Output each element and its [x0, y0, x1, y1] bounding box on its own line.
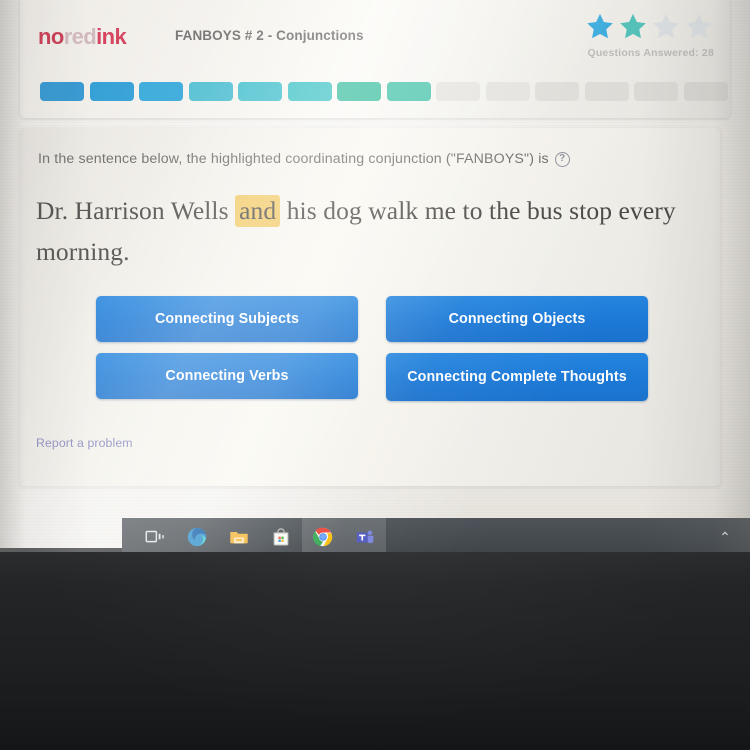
laptop-bezel-dark-area: [0, 548, 750, 750]
star-rating: [585, 12, 714, 41]
progress-bar: [40, 82, 728, 101]
photo-of-laptop-screen: noredink FANBOYS # 2 - Conjunctions Ques…: [0, 0, 750, 750]
quiz-header: noredink FANBOYS # 2 - Conjunctions Ques…: [20, 0, 730, 118]
taskbar-item-file-explorer[interactable]: [218, 518, 260, 552]
google-chrome-icon: [312, 527, 333, 547]
star-filled-icon: [587, 13, 613, 39]
answer-button-connecting-verbs[interactable]: Connecting Verbs: [96, 353, 358, 399]
progress-segment-filled: [89, 82, 134, 101]
report-a-problem-link[interactable]: Report a problem: [36, 436, 133, 450]
file-explorer-icon: [230, 531, 248, 544]
taskbar-item-task-view[interactable]: [134, 518, 176, 552]
progress-segment-filled: [188, 82, 233, 101]
progress-segment-filled: [238, 82, 282, 101]
progress-segment-empty: [584, 82, 629, 101]
laptop-screen-surface: noredink FANBOYS # 2 - Conjunctions Ques…: [0, 0, 750, 552]
answer-button-connecting-subjects[interactable]: Connecting Subjects: [96, 296, 358, 342]
noredink-quiz-page: noredink FANBOYS # 2 - Conjunctions Ques…: [8, 0, 742, 520]
microsoft-teams-icon: [356, 530, 374, 544]
taskbar-item-google-chrome[interactable]: [302, 518, 344, 552]
sentence-before: Dr. Harrison Wells: [36, 196, 236, 225]
logo-part-red: red: [63, 24, 97, 49]
questions-answered-label: Questions Answered: 28: [587, 47, 714, 59]
taskbar-item-microsoft-edge[interactable]: [176, 518, 218, 552]
question-prompt: In the sentence below, the highlighted c…: [38, 151, 690, 167]
highlighted-conjunction: and: [235, 195, 281, 227]
progress-segment-filled: [386, 82, 431, 101]
taskbar-left-pad: [122, 518, 134, 552]
progress-segment-filled: [337, 82, 381, 101]
help-icon[interactable]: ?: [554, 151, 570, 167]
microsoft-edge-icon: [187, 527, 207, 547]
progress-segment-empty: [535, 82, 579, 101]
answer-button-connecting-complete-thoughts[interactable]: Connecting Complete Thoughts: [386, 353, 648, 401]
logo-part-ink: ink: [96, 24, 127, 49]
progress-segment-empty: [485, 82, 530, 101]
logo-part-no: no: [38, 24, 64, 49]
answer-choices: Connecting Subjects Connecting Objects Con…: [96, 296, 648, 401]
question-prompt-text: In the sentence below, the highlighted c…: [38, 151, 549, 167]
show-hidden-icons-chevron-up-icon[interactable]: ⌃: [708, 518, 742, 552]
star-filled-icon: [620, 13, 646, 39]
progress-segment-filled: [287, 82, 332, 101]
star-empty-icon: [686, 13, 712, 39]
task-view-icon: [145, 530, 164, 543]
taskbar-item-microsoft-teams[interactable]: [344, 518, 386, 552]
question-sentence: Dr. Harrison Wells and his dog walk me t…: [36, 190, 680, 272]
quiz-title: FANBOYS # 2 - Conjunctions: [175, 28, 364, 43]
progress-segment-empty: [683, 82, 728, 101]
progress-segment-filled: [40, 82, 84, 101]
noredink-logo[interactable]: noredink: [38, 24, 127, 50]
windows-taskbar: ⌃: [122, 518, 750, 552]
answer-button-connecting-objects[interactable]: Connecting Objects: [386, 296, 648, 342]
progress-segment-filled: [139, 82, 183, 101]
star-empty-icon: [653, 13, 679, 39]
progress-segment-empty: [436, 82, 480, 101]
progress-segment-empty: [634, 82, 678, 101]
question-card: In the sentence below, the highlighted c…: [20, 128, 720, 486]
microsoft-store-icon: [273, 528, 289, 546]
taskbar-item-microsoft-store[interactable]: [260, 518, 302, 552]
